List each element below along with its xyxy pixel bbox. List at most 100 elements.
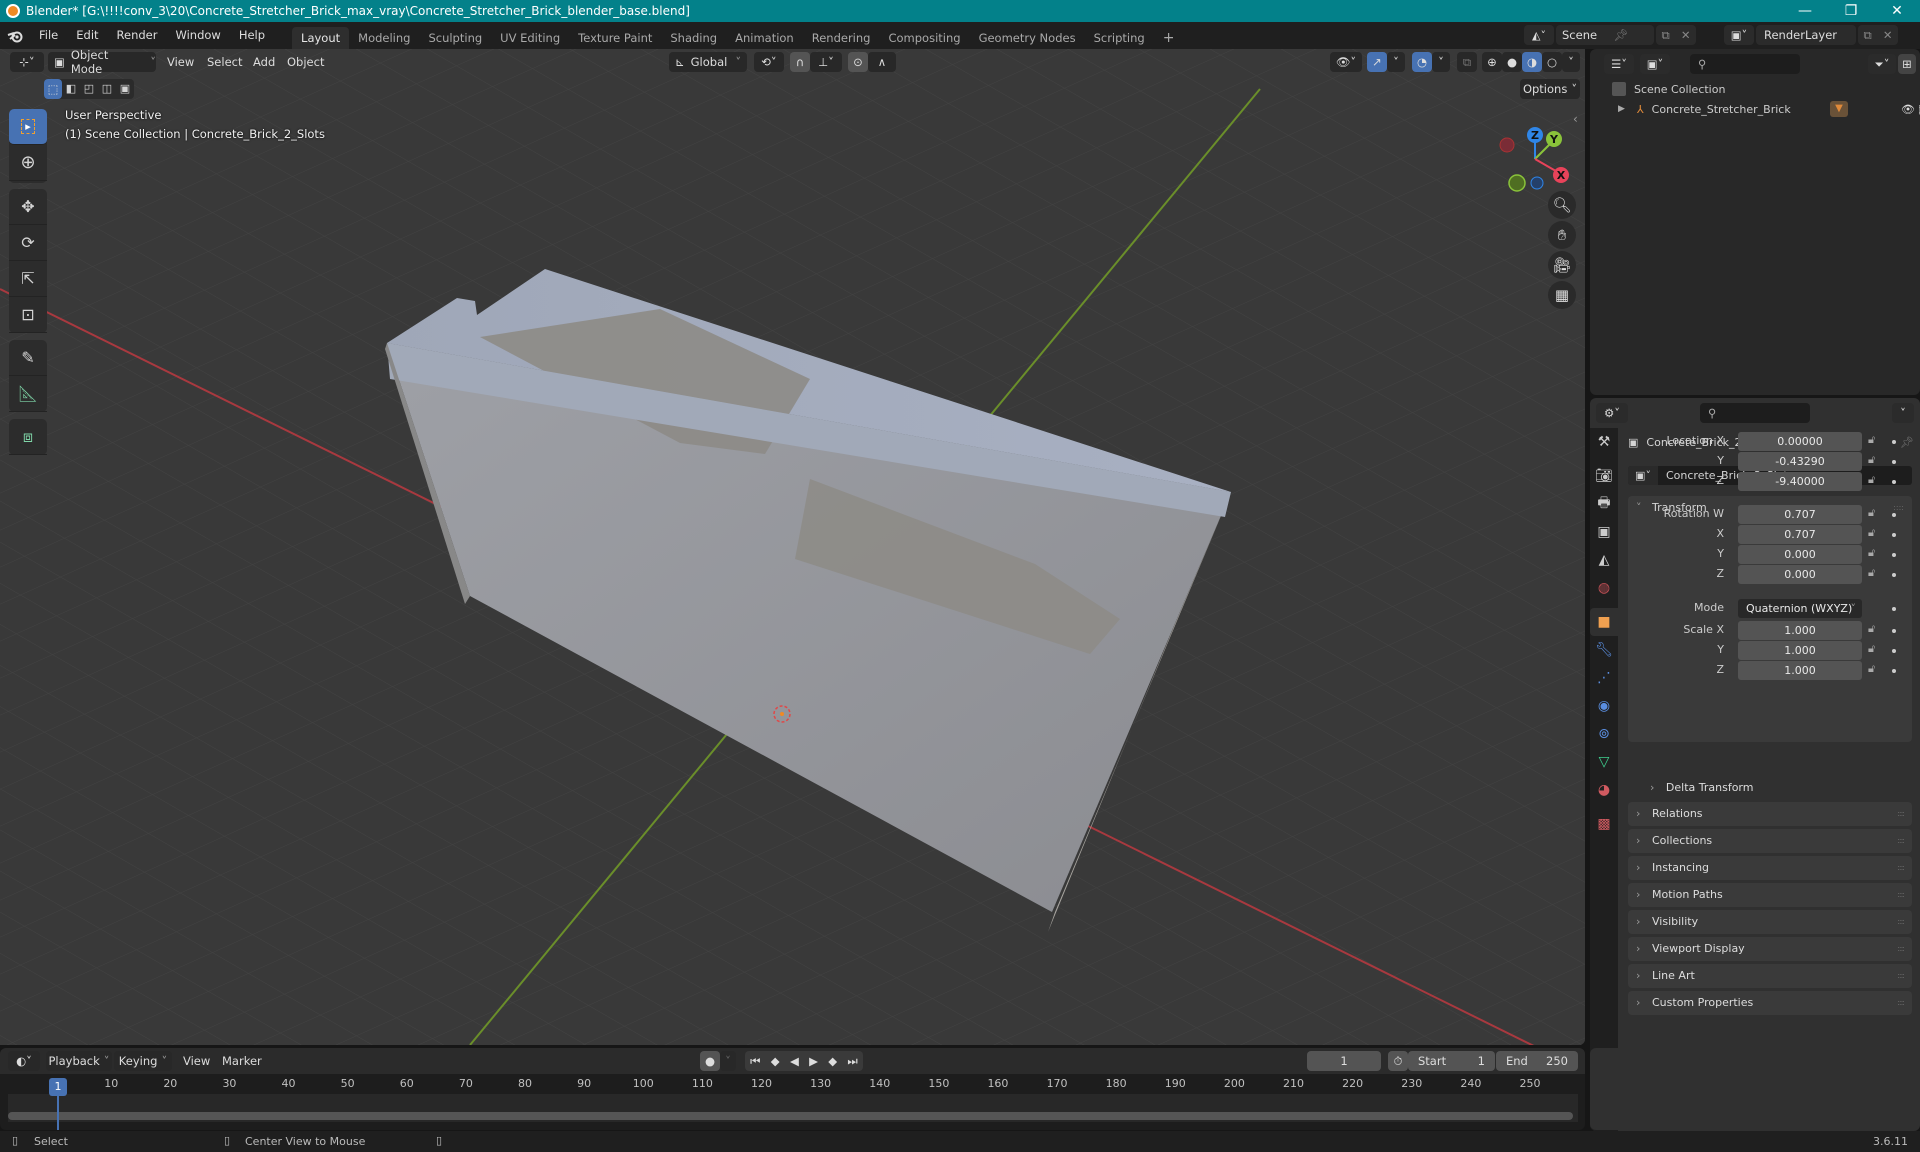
tool-transform[interactable]: ⊡ [9, 297, 47, 333]
outliner-scene-collection[interactable]: Scene Collection [1612, 79, 1725, 99]
properties-options-dropdown[interactable]: ˅ [1892, 403, 1914, 423]
timeline-menu-marker[interactable]: Marker [222, 1051, 262, 1071]
rotation-x-field[interactable]: 0.707 [1738, 525, 1862, 544]
rotation-w-field[interactable]: 0.707 [1738, 505, 1862, 524]
current-frame-field[interactable]: 1 [1307, 1051, 1381, 1071]
menu-select[interactable]: Select [207, 52, 242, 72]
new-scene-icon[interactable]: ⧉ [1662, 28, 1670, 43]
playhead-line[interactable] [57, 1096, 59, 1130]
select-extend-icon[interactable]: ◧ [62, 79, 80, 99]
lock-icon[interactable]: 🔓︎ [1868, 506, 1875, 520]
keyframe-dot-icon[interactable] [1892, 533, 1896, 537]
gizmo-neg-x[interactable] [1499, 137, 1515, 153]
options-dropdown[interactable]: Options ˅ [1520, 79, 1580, 99]
outliner-filter-dropdown[interactable]: ⏷˅ [1868, 54, 1896, 74]
location-z-field[interactable]: -9.40000 [1738, 472, 1862, 491]
lock-icon[interactable]: 🔓︎ [1868, 622, 1875, 636]
snap-target-dropdown[interactable]: ⊥˅ [810, 52, 842, 72]
gizmo-dropdown[interactable]: ˅ [1387, 52, 1405, 72]
gizmo-toggle[interactable]: ↗ [1367, 52, 1387, 72]
tab-object[interactable]: ■ [1590, 608, 1618, 636]
tool-cursor[interactable]: ⊕ [9, 145, 47, 181]
location-y-field[interactable]: -0.43290 [1738, 452, 1862, 471]
keyframe-dot-icon[interactable] [1892, 460, 1896, 464]
gizmo-neg-z[interactable] [1530, 176, 1544, 190]
3d-viewport[interactable]: ⊹˅ ▣ Object Mode ˅ View Select Add Objec… [0, 49, 1585, 1045]
proportional-edit-toggle[interactable]: ⊙ [848, 52, 868, 72]
panel-relations[interactable]: › Relations:::: [1628, 802, 1912, 826]
modifier-filter-icon[interactable]: ▼ [1830, 101, 1848, 117]
blender-menu-icon[interactable] [0, 29, 30, 43]
menu-add[interactable]: Add [253, 52, 275, 72]
playhead-frame-indicator[interactable]: 1 [49, 1078, 67, 1096]
outliner-item[interactable]: ▶ ⅄ Concrete_Stretcher_Brick ▼ 👁︎ 📷︎ [1618, 99, 1920, 119]
tab-render[interactable]: 📷︎ [1590, 462, 1618, 490]
keying-dropdown[interactable]: Keying ˅ [114, 1051, 172, 1071]
snap-toggle[interactable]: ∩ [790, 52, 810, 72]
tab-view-layer[interactable]: ▣ [1590, 518, 1618, 546]
menu-window[interactable]: Window [166, 22, 229, 49]
jump-start-icon[interactable]: ⏮ [750, 1054, 760, 1069]
delete-view-layer-icon[interactable]: ✕ [1883, 28, 1893, 42]
shading-wireframe-button[interactable]: ⊕ [1482, 52, 1502, 72]
tab-shading[interactable]: Shading [661, 27, 726, 49]
keyframe-dot-icon[interactable] [1892, 480, 1896, 484]
panel-line-art[interactable]: › Line Art:::: [1628, 964, 1912, 988]
toggle-perspective-button[interactable]: ▦ [1548, 281, 1576, 309]
play-icon[interactable]: ▶ [809, 1054, 818, 1068]
lock-icon[interactable]: 🔓︎ [1868, 642, 1875, 656]
pin-icon[interactable]: 📌︎ [1613, 28, 1628, 42]
zoom-view-button[interactable]: 🔍︎ [1548, 191, 1576, 219]
panel-custom-properties[interactable]: › Custom Properties:::: [1628, 991, 1912, 1015]
lock-icon[interactable]: 🔓︎ [1868, 453, 1875, 467]
tab-tool[interactable]: ⚒ [1590, 428, 1618, 456]
pin-icon[interactable]: 📌︎ [1900, 436, 1914, 449]
view-layer-name-field[interactable]: RenderLayer [1756, 25, 1856, 45]
editor-type-button[interactable]: ⊹˅ [10, 52, 44, 72]
tab-particles[interactable]: ⋰ [1590, 664, 1618, 692]
scale-y-field[interactable]: 1.000 [1738, 641, 1862, 660]
panel-visibility[interactable]: › Visibility:::: [1628, 910, 1912, 934]
keyframe-dot-icon[interactable] [1892, 513, 1896, 517]
scene-selector-button[interactable]: ◭˅ [1524, 25, 1554, 45]
tool-add-cube[interactable]: ⧈ [9, 419, 47, 455]
tab-scene[interactable]: ◭ [1590, 546, 1618, 574]
panel-instancing[interactable]: › Instancing:::: [1628, 856, 1912, 880]
tab-compositing[interactable]: Compositing [879, 27, 969, 49]
visibility-eye-icon[interactable]: 👁︎ [1901, 103, 1915, 116]
keyframe-dot-icon[interactable] [1892, 649, 1896, 653]
overlays-toggle[interactable]: ◔ [1412, 52, 1432, 72]
tab-layout[interactable]: Layout [292, 27, 350, 49]
tab-animation[interactable]: Animation [726, 27, 803, 49]
expand-arrow-icon[interactable]: ▶ [1618, 104, 1625, 114]
rotation-z-field[interactable]: 0.000 [1738, 565, 1862, 584]
menu-object[interactable]: Object [287, 52, 324, 72]
timeline-ruler[interactable]: 1102030405060708090100110120130140150160… [0, 1074, 1585, 1094]
tab-rendering[interactable]: Rendering [803, 27, 880, 49]
menu-file[interactable]: File [30, 22, 67, 49]
tab-world[interactable]: ◍ [1590, 574, 1618, 602]
keyframe-dot-icon[interactable] [1892, 629, 1896, 633]
tab-data[interactable]: ▽ [1590, 748, 1618, 776]
outliner-search-input[interactable]: ⚲ [1690, 54, 1800, 74]
minimize-button[interactable]: — [1782, 0, 1828, 22]
lock-icon[interactable]: 🔓︎ [1868, 566, 1875, 580]
xray-toggle[interactable]: ⧉ [1457, 52, 1477, 72]
scale-z-field[interactable]: 1.000 [1738, 661, 1862, 680]
tool-move[interactable]: ✥ [9, 189, 47, 225]
select-new-icon[interactable]: ⬚ [44, 79, 62, 99]
panel-grip-icon[interactable]: :::: [1897, 937, 1905, 961]
tab-uv-editing[interactable]: UV Editing [491, 27, 569, 49]
timeline-editor-type-button[interactable]: ◐˅ [8, 1051, 40, 1071]
new-collection-button[interactable]: ⊞ [1898, 54, 1916, 74]
menu-render[interactable]: Render [108, 22, 167, 49]
transform-orientation-dropdown[interactable]: ⊾ Global ˅ [669, 52, 747, 72]
select-intersect-icon[interactable]: ▣ [116, 79, 134, 99]
keyframe-dot-icon[interactable] [1892, 553, 1896, 557]
panel-grip-icon[interactable]: :::: [1897, 829, 1905, 853]
tab-material[interactable]: ◕ [1590, 776, 1618, 804]
panel-grip-icon[interactable]: :::: [1897, 964, 1905, 988]
end-frame-field[interactable]: End 250 [1496, 1051, 1578, 1071]
keyframe-dot-icon[interactable] [1892, 607, 1896, 611]
tool-measure[interactable]: 📐︎ [9, 376, 47, 412]
